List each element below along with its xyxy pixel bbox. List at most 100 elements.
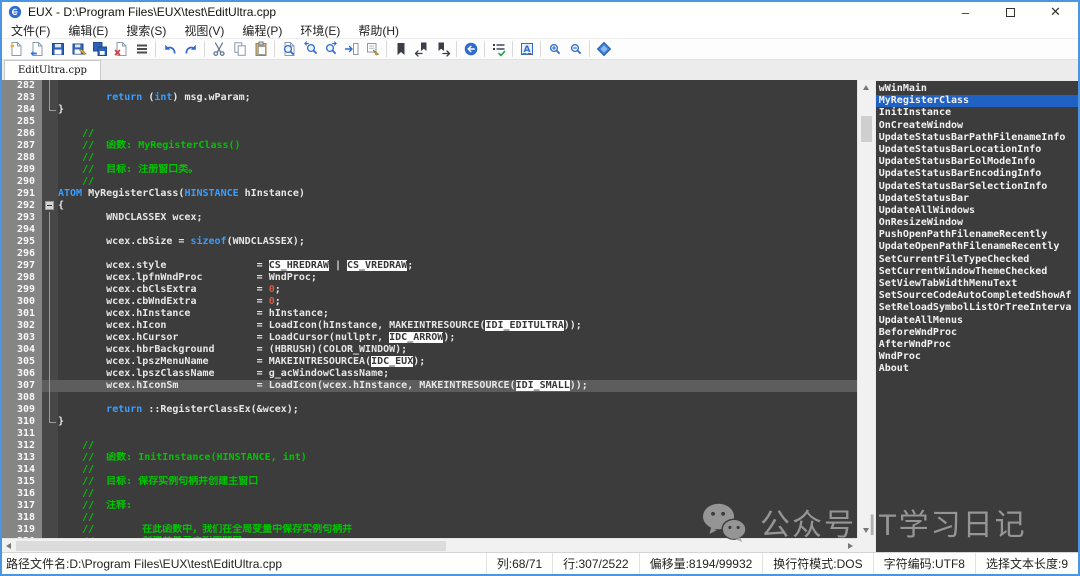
syntax-highlight-button[interactable]: A [516, 39, 537, 59]
symbol-item-OnCreateWindow[interactable]: OnCreateWindow [876, 120, 1078, 132]
line-number[interactable]: 313 [2, 452, 42, 464]
line-number[interactable]: 298 [2, 272, 42, 284]
line-number[interactable]: 296 [2, 248, 42, 260]
menu-item-5[interactable]: 环境(E) [291, 22, 349, 38]
menu-item-1[interactable]: 编辑(E) [59, 22, 117, 38]
symbol-item-UpdateStatusBarEncodingInfo[interactable]: UpdateStatusBarEncodingInfo [876, 168, 1078, 180]
fold-toggle[interactable] [42, 200, 58, 212]
symbol-item-SetViewTabWidthMenuText[interactable]: SetViewTabWidthMenuText [876, 278, 1078, 290]
symbol-item-WndProc[interactable]: WndProc [876, 351, 1078, 363]
line-number[interactable]: 311 [2, 428, 42, 440]
bookmark-previous-button[interactable] [411, 39, 432, 59]
line-number[interactable]: 319 [2, 524, 42, 536]
menu-item-4[interactable]: 编程(P) [233, 22, 291, 38]
horizontal-scroll-thumb[interactable] [16, 541, 446, 551]
goto-line-button[interactable] [341, 39, 362, 59]
line-number[interactable]: 282 [2, 80, 42, 92]
line-number[interactable]: 300 [2, 296, 42, 308]
open-file-button[interactable] [26, 39, 47, 59]
replace-button[interactable] [362, 39, 383, 59]
symbol-item-UpdateStatusBarLocationInfo[interactable]: UpdateStatusBarLocationInfo [876, 144, 1078, 156]
line-number[interactable]: 292 [2, 200, 42, 212]
line-number[interactable]: 303 [2, 332, 42, 344]
symbol-item-UpdateAllMenus[interactable]: UpdateAllMenus [876, 315, 1078, 327]
vertical-scrollbar[interactable] [857, 80, 875, 538]
view-options-button[interactable] [488, 39, 509, 59]
line-number[interactable]: 293 [2, 212, 42, 224]
bookmark-next-button[interactable] [432, 39, 453, 59]
cut-button[interactable] [208, 39, 229, 59]
symbol-item-About[interactable]: About [876, 363, 1078, 375]
scroll-left-arrow-icon[interactable] [6, 543, 11, 549]
line-number[interactable]: 306 [2, 368, 42, 380]
save-all-button[interactable] [89, 39, 110, 59]
line-number[interactable]: 307 [2, 380, 42, 392]
symbol-item-UpdateStatusBarSelectionInfo[interactable]: UpdateStatusBarSelectionInfo [876, 181, 1078, 193]
symbol-item-SetCurrentFileTypeChecked[interactable]: SetCurrentFileTypeChecked [876, 254, 1078, 266]
symbol-item-UpdateStatusBarEolModeInfo[interactable]: UpdateStatusBarEolModeInfo [876, 156, 1078, 168]
symbol-item-UpdateStatusBar[interactable]: UpdateStatusBar [876, 193, 1078, 205]
save-file-button[interactable] [47, 39, 68, 59]
menu-item-3[interactable]: 视图(V) [175, 22, 233, 38]
menu-item-0[interactable]: 文件(F) [2, 22, 59, 38]
line-number[interactable]: 305 [2, 356, 42, 368]
symbol-item-UpdateOpenPathFilenameRecently[interactable]: UpdateOpenPathFilenameRecently [876, 241, 1078, 253]
bookmark-toggle-button[interactable] [390, 39, 411, 59]
tab-editultra-cpp[interactable]: EditUltra.cpp [4, 60, 101, 80]
minimize-button[interactable]: – [943, 2, 988, 22]
line-number[interactable]: 314 [2, 464, 42, 476]
line-number[interactable]: 302 [2, 320, 42, 332]
find-button[interactable] [278, 39, 299, 59]
symbol-item-PushOpenPathFilenameRecently[interactable]: PushOpenPathFilenameRecently [876, 229, 1078, 241]
line-number[interactable]: 287 [2, 140, 42, 152]
line-number[interactable]: 294 [2, 224, 42, 236]
close-file-button[interactable] [110, 39, 131, 59]
paste-button[interactable] [250, 39, 271, 59]
line-number[interactable]: 309 [2, 404, 42, 416]
save-as-button[interactable] [68, 39, 89, 59]
line-number[interactable]: 295 [2, 236, 42, 248]
symbol-item-UpdateStatusBarPathFilenameInfo[interactable]: UpdateStatusBarPathFilenameInfo [876, 132, 1078, 144]
copy-button[interactable] [229, 39, 250, 59]
symbol-item-SetReloadSymbolListOrTreeInterva[interactable]: SetReloadSymbolListOrTreeInterva [876, 302, 1078, 314]
scroll-right-arrow-icon[interactable] [848, 543, 853, 549]
scroll-down-arrow-icon[interactable] [863, 528, 869, 533]
new-file-button[interactable] [5, 39, 26, 59]
navigate-back-button[interactable] [460, 39, 481, 59]
line-number[interactable]: 301 [2, 308, 42, 320]
menu-item-6[interactable]: 帮助(H) [349, 22, 408, 38]
line-number[interactable]: 304 [2, 344, 42, 356]
line-number[interactable]: 308 [2, 392, 42, 404]
symbol-item-MyRegisterClass[interactable]: MyRegisterClass [876, 95, 1078, 107]
scroll-up-arrow-icon[interactable] [863, 85, 869, 90]
line-number[interactable]: 283 [2, 92, 42, 104]
line-number[interactable]: 312 [2, 440, 42, 452]
line-number[interactable]: 291 [2, 188, 42, 200]
line-number[interactable]: 315 [2, 476, 42, 488]
symbol-item-UpdateAllWindows[interactable]: UpdateAllWindows [876, 205, 1078, 217]
about-button[interactable] [593, 39, 614, 59]
find-next-button[interactable] [320, 39, 341, 59]
line-number[interactable]: 316 [2, 488, 42, 500]
line-number[interactable]: 284 [2, 104, 42, 116]
zoom-out-button[interactable] [565, 39, 586, 59]
vertical-scroll-thumb[interactable] [861, 116, 872, 142]
redo-button[interactable] [180, 39, 201, 59]
menu-item-2[interactable]: 搜索(S) [117, 22, 175, 38]
line-number[interactable]: 318 [2, 512, 42, 524]
line-number[interactable]: 299 [2, 284, 42, 296]
symbol-item-SetSourceCodeAutoCompletedShowAf[interactable]: SetSourceCodeAutoCompletedShowAf [876, 290, 1078, 302]
symbol-item-AfterWndProc[interactable]: AfterWndProc [876, 339, 1078, 351]
line-number[interactable]: 310 [2, 416, 42, 428]
line-number[interactable]: 286 [2, 128, 42, 140]
maximize-button[interactable] [988, 2, 1033, 22]
fold-collapse-icon[interactable] [45, 201, 54, 210]
line-number[interactable]: 288 [2, 152, 42, 164]
line-number[interactable]: 285 [2, 116, 42, 128]
horizontal-scrollbar[interactable] [2, 538, 857, 552]
find-previous-button[interactable] [299, 39, 320, 59]
close-button[interactable]: ✕ [1033, 2, 1078, 22]
line-number[interactable]: 290 [2, 176, 42, 188]
symbol-item-InitInstance[interactable]: InitInstance [876, 107, 1078, 119]
symbol-item-wWinMain[interactable]: wWinMain [876, 83, 1078, 95]
